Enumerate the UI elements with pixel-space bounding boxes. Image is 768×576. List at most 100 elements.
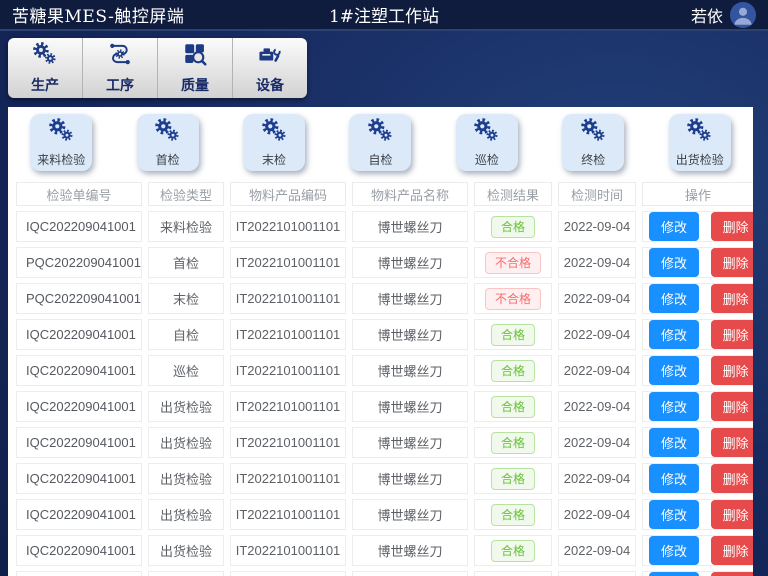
toolbar-button-quality[interactable]: 质量 [158,38,233,98]
inspection-tab-label: 出货检验 [676,151,724,168]
material-name-cell: 博世螺丝刀 [352,571,468,576]
inspection-table-body: IQC202209041001 来料检验 IT2022101001101 博世螺… [16,211,753,576]
inspection-tab-button[interactable]: 自检 [349,114,411,171]
result-cell: 不合格 [474,283,552,314]
result-cell: 合格 [474,391,552,422]
inspection-tab-button[interactable]: 巡检 [456,114,518,171]
inspection-no-cell: IQC202209041001 [16,391,142,422]
material-name-cell: 博世螺丝刀 [352,427,468,458]
inspection-no-cell: IQC202209041001 [16,427,142,458]
double-gear-icon [48,117,75,149]
content-panel: 来料检验 首检 末检 自检 巡检 终检 出货检验 [8,107,753,576]
toolbar-button-label: 生产 [31,75,59,95]
table-row: IQC202209041001 出货检验 IT2022101001101 博世螺… [16,463,753,494]
toolbar-button-equipment[interactable]: 设备 [233,38,307,98]
inspection-type-cell: 出货检验 [148,571,224,576]
date-cell: 2022-09-04 [558,211,636,242]
result-badge: 合格 [491,540,535,562]
inspection-type-cell: 首检 [148,247,224,278]
inspection-tab-label: 来料检验 [37,151,85,168]
edit-button[interactable]: 修改 [649,464,699,493]
material-name-cell: 博世螺丝刀 [352,283,468,314]
inspection-type-cell: 出货检验 [148,499,224,530]
table-row: IQC202209041001 出货检验 IT2022101001101 博世螺… [16,391,753,422]
delete-button[interactable]: 删除 [711,536,753,565]
edit-button[interactable]: 修改 [649,284,699,313]
inspection-tab-button[interactable]: 首检 [137,114,199,171]
delete-button[interactable]: 删除 [711,248,753,277]
delete-button[interactable]: 删除 [711,428,753,457]
inspection-no-cell: IQC202209041001 [16,355,142,386]
date-cell: 2022-09-04 [558,427,636,458]
result-cell: 合格 [474,535,552,566]
inspection-no-cell: PQC202209041001 [16,283,142,314]
delete-button[interactable]: 删除 [711,212,753,241]
result-cell: 合格 [474,211,552,242]
table-row: PQC202209041001 首检 IT2022101001101 博世螺丝刀… [16,247,753,278]
edit-button[interactable]: 修改 [649,572,699,576]
process-route-icon [107,41,133,72]
edit-button[interactable]: 修改 [649,212,699,241]
material-code-cell: IT2022101001101 [230,283,346,314]
double-gear-icon [686,117,713,149]
username: 若依 [691,3,723,27]
edit-button[interactable]: 修改 [649,248,699,277]
edit-button[interactable]: 修改 [649,392,699,421]
delete-button[interactable]: 删除 [711,320,753,349]
inspection-tab-label: 巡检 [475,151,499,168]
user-avatar-icon[interactable] [730,2,756,28]
actions-cell: 修改 删除 [642,535,753,566]
equipment-wrench-icon [257,41,283,72]
toolbar-button-process[interactable]: 工序 [83,38,158,98]
material-name-cell: 博世螺丝刀 [352,211,468,242]
delete-button[interactable]: 删除 [711,572,753,576]
date-cell: 2022-09-04 [558,463,636,494]
toolbar-button-label: 质量 [181,75,209,95]
result-badge: 合格 [491,432,535,454]
result-cell: 不合格 [474,247,552,278]
inspection-type-cell: 末检 [148,283,224,314]
delete-button[interactable]: 删除 [711,464,753,493]
date-cell: 2022-09-04 [558,283,636,314]
inspection-tab-button[interactable]: 末检 [243,114,305,171]
delete-button[interactable]: 删除 [711,356,753,385]
toolbar-button-label: 工序 [106,75,134,95]
edit-button[interactable]: 修改 [649,536,699,565]
material-name-cell: 博世螺丝刀 [352,535,468,566]
actions-cell: 修改 删除 [642,355,753,386]
material-name-cell: 博世螺丝刀 [352,355,468,386]
date-cell: 2022-09-04 [558,355,636,386]
table-header-row: 检验单编号 检验类型 物料产品编码 物料产品名称 检测结果 检测时间 操作 [16,182,753,206]
date-cell: 2022-09-04 [558,391,636,422]
actions-cell: 修改 删除 [642,499,753,530]
inspection-tab-label: 末检 [262,151,286,168]
result-cell: 合格 [474,319,552,350]
inspection-tab-label: 自检 [368,151,392,168]
inspection-tab-button[interactable]: 出货检验 [669,114,731,171]
table-row: IQC202209041001 自检 IT2022101001101 博世螺丝刀… [16,319,753,350]
inspection-tab-button[interactable]: 终检 [562,114,624,171]
edit-button[interactable]: 修改 [649,428,699,457]
inspection-tab-button[interactable]: 来料检验 [30,114,92,171]
toolbar-button-production[interactable]: 生产 [8,38,83,98]
date-cell: 2022-09-04 [558,247,636,278]
inspection-no-cell: IQC202209041001 [16,499,142,530]
delete-button[interactable]: 删除 [711,392,753,421]
material-code-cell: IT2022101001101 [230,247,346,278]
actions-cell: 修改 删除 [642,211,753,242]
inspection-type-cell: 出货检验 [148,427,224,458]
edit-button[interactable]: 修改 [649,500,699,529]
edit-button[interactable]: 修改 [649,356,699,385]
user-box: 若依 [691,2,756,28]
delete-button[interactable]: 删除 [711,284,753,313]
delete-button[interactable]: 删除 [711,500,753,529]
edit-button[interactable]: 修改 [649,320,699,349]
actions-cell: 修改 删除 [642,319,753,350]
result-cell: 合格 [474,499,552,530]
table-row: PQC202209041001 末检 IT2022101001101 博世螺丝刀… [16,283,753,314]
result-badge: 合格 [491,396,535,418]
module-toolbar: 生产 工序 [8,38,307,98]
inspection-no-cell: IQC202209041001 [16,463,142,494]
column-header-material-code: 物料产品编码 [230,182,346,206]
station-title: 1#注塑工作站 [0,2,768,27]
